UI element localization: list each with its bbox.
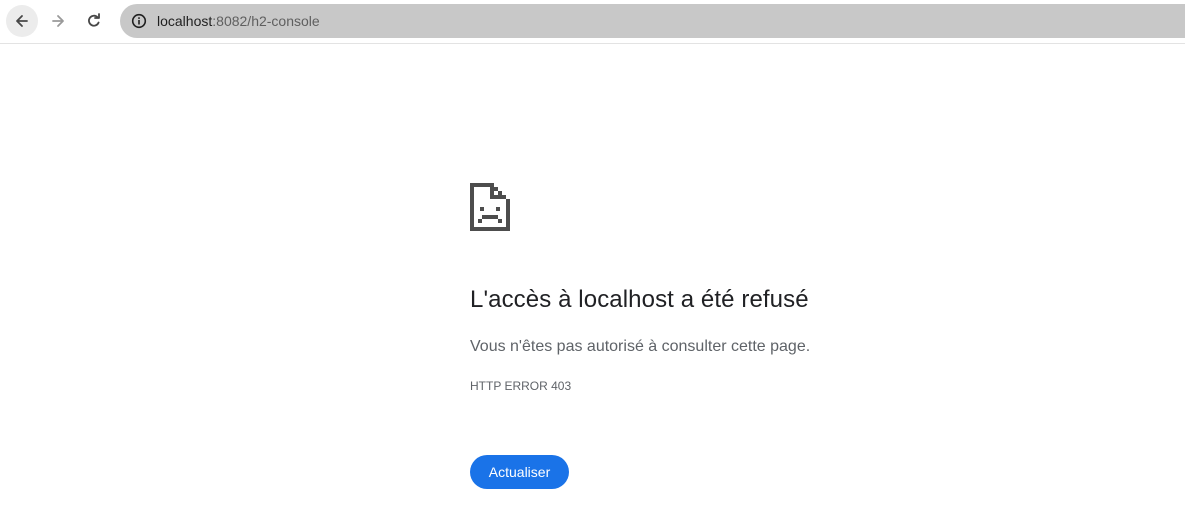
reload-page-button[interactable]: Actualiser: [470, 455, 569, 489]
info-icon: [131, 13, 147, 29]
arrow-back-icon: [16, 15, 28, 27]
back-button[interactable]: [6, 5, 38, 37]
address-bar[interactable]: localhost:8082/h2-console: [120, 4, 1185, 38]
error-description: Vous n'êtes pas autorisé à consulter cet…: [470, 338, 811, 355]
sad-document-icon: [470, 183, 510, 231]
browser-toolbar: localhost:8082/h2-console: [0, 0, 1185, 44]
reload-button[interactable]: [78, 5, 110, 37]
site-info-button[interactable]: [124, 6, 154, 36]
url-host: localhost: [157, 13, 213, 29]
forward-button[interactable]: [42, 5, 74, 37]
url-path: :8082/h2-console: [212, 13, 320, 29]
error-code: HTTP ERROR 403: [470, 379, 572, 393]
reload-icon: [88, 13, 100, 27]
url-text[interactable]: localhost:8082/h2-console: [157, 13, 320, 29]
arrow-forward-icon: [52, 15, 64, 27]
error-title: L'accès à localhost a été refusé: [470, 286, 809, 313]
